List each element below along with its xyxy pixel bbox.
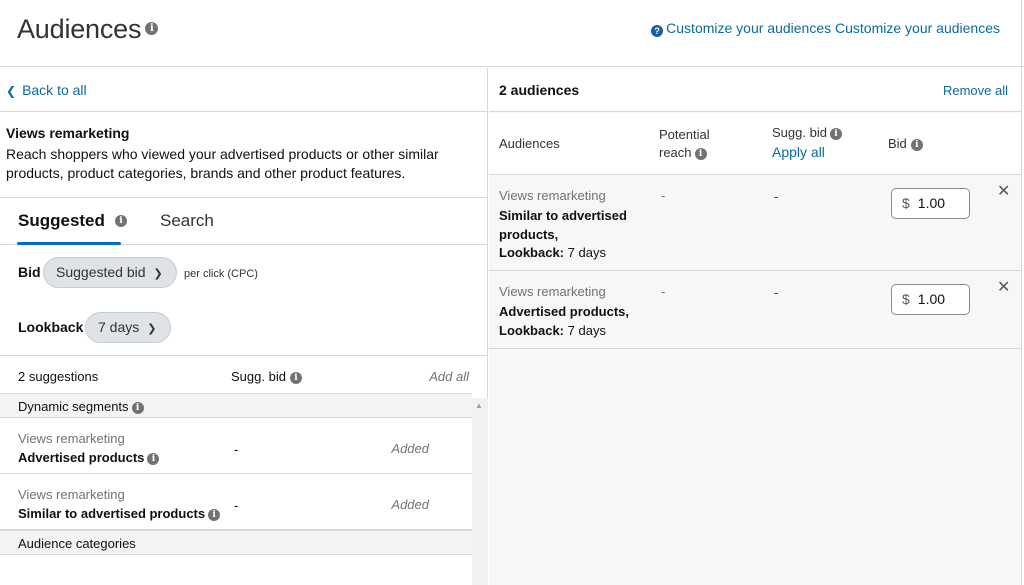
remove-all-button[interactable]: Remove all bbox=[943, 83, 1008, 98]
row-sugg-bid: - bbox=[774, 189, 779, 204]
add-all-button[interactable]: Add all bbox=[429, 369, 469, 384]
bid-input[interactable]: $1.00 bbox=[891, 284, 970, 315]
back-to-all-link[interactable]: ❮ Back to all bbox=[6, 82, 87, 98]
divider bbox=[0, 111, 488, 112]
description-text: Reach shoppers who viewed your advertise… bbox=[6, 146, 439, 181]
close-icon[interactable]: ✕ bbox=[997, 181, 1010, 201]
page-title: Audiences i bbox=[17, 14, 159, 45]
chevron-left-icon: ❮ bbox=[6, 84, 17, 98]
col-bid-text: Bid bbox=[888, 136, 907, 151]
lookback-dropdown[interactable]: 7 days ❯ bbox=[85, 312, 171, 343]
back-label: Back to all bbox=[22, 82, 87, 98]
info-icon[interactable]: i bbox=[114, 214, 127, 227]
bid-dropdown-value: Suggested bid bbox=[56, 264, 146, 280]
info-icon[interactable]: i bbox=[147, 452, 160, 465]
tab-suggested[interactable]: Suggested i bbox=[18, 211, 127, 231]
item-name-text: Advertised products bbox=[18, 450, 145, 465]
col-audiences: Audiences bbox=[499, 136, 560, 151]
row-name-text: Advertised products, bbox=[499, 304, 630, 319]
item-sugg-bid: - bbox=[234, 442, 239, 457]
row-sugg-bid: - bbox=[774, 285, 779, 300]
currency-symbol: $ bbox=[902, 291, 910, 307]
right-border bbox=[1021, 0, 1022, 585]
tab-suggested-label: Suggested bbox=[18, 211, 105, 230]
lookback-label: Lookback: bbox=[499, 245, 565, 260]
group-audience-categories: Audience categories bbox=[0, 530, 472, 555]
list-item: Views remarketing Advertised products i -… bbox=[0, 418, 472, 474]
row-name-text: Similar to advertised products, bbox=[499, 208, 627, 242]
item-status: Added bbox=[391, 497, 429, 512]
item-name: Similar to advertised products i bbox=[18, 506, 221, 521]
item-kind: Views remarketing bbox=[18, 431, 125, 446]
apply-all-button[interactable]: Apply all bbox=[772, 144, 825, 160]
currency-symbol: $ bbox=[902, 195, 910, 211]
col-sugg-bid: Sugg. bid i bbox=[772, 125, 842, 140]
tab-search[interactable]: Search bbox=[160, 211, 214, 231]
info-icon[interactable]: i bbox=[910, 138, 923, 151]
group-label: Dynamic segments bbox=[18, 399, 129, 414]
active-tab-indicator bbox=[17, 242, 121, 245]
table-row: Views remarketing Advertised products, Lo… bbox=[489, 271, 1021, 349]
audiences-count: 2 audiences bbox=[499, 82, 580, 98]
row-name: Advertised products, Lookback: 7 days bbox=[499, 303, 649, 340]
lookback-label: Lookback bbox=[18, 319, 84, 335]
info-icon[interactable]: i bbox=[208, 508, 221, 521]
bid-unit-label: per click (CPC) bbox=[184, 268, 258, 280]
bid-value: 1.00 bbox=[917, 195, 946, 211]
question-circle-icon: ? bbox=[651, 25, 664, 37]
selected-table-header: Audiences Potential reach i Sugg. bid i App… bbox=[489, 113, 1021, 175]
info-icon[interactable]: i bbox=[289, 371, 302, 384]
chevron-down-icon: ❯ bbox=[153, 268, 163, 280]
left-panel: ❮ Back to all Views remarketing Reach sho… bbox=[0, 68, 488, 585]
bid-label: Bid bbox=[18, 264, 41, 280]
suggestions-header: 2 suggestions Sugg. bid i Add all bbox=[0, 355, 488, 397]
bid-input[interactable]: $1.00 bbox=[891, 188, 970, 219]
item-status: Added bbox=[391, 441, 429, 456]
info-icon[interactable]: i bbox=[829, 127, 842, 140]
info-icon[interactable]: i bbox=[145, 22, 159, 36]
page-header: Audiences i ? Customize your audiences Cus… bbox=[0, 0, 1024, 67]
row-kind: Views remarketing bbox=[499, 284, 606, 299]
lookback-dropdown-value: 7 days bbox=[98, 319, 140, 335]
item-name-text: Similar to advertised products bbox=[18, 506, 206, 521]
info-icon[interactable]: i bbox=[694, 147, 707, 160]
item-sugg-bid: - bbox=[234, 498, 239, 513]
col-bid: Bid i bbox=[888, 136, 923, 151]
group-dynamic-segments: Dynamic segments i bbox=[0, 393, 472, 418]
lookback-value: 7 days bbox=[567, 322, 606, 338]
scroll-up-arrow-icon[interactable]: ▲ bbox=[475, 401, 483, 410]
chevron-down-icon: ❯ bbox=[147, 323, 157, 335]
row-name: Similar to advertised products, Lookback:… bbox=[499, 207, 649, 263]
list-item: Views remarketing Similar to advertised … bbox=[0, 474, 472, 530]
item-name: Advertised products i bbox=[18, 450, 160, 465]
bid-value: 1.00 bbox=[917, 291, 946, 307]
row-reach: - bbox=[661, 284, 666, 299]
lookback-label: Lookback: bbox=[499, 322, 565, 338]
suggestions-count: 2 suggestions bbox=[18, 369, 99, 384]
customize-audiences-link[interactable]: ? Customize your audiences Customize your… bbox=[651, 20, 1000, 37]
col-potential-reach: Potential reach i bbox=[659, 127, 710, 160]
right-panel: 2 audiences Remove all Audiences Potenti… bbox=[489, 68, 1021, 585]
description-title: Views remarketing bbox=[6, 125, 130, 141]
sugg-bid-header-text: Sugg. bid bbox=[231, 369, 286, 384]
scrollbar[interactable]: ▲ bbox=[472, 398, 488, 585]
close-icon[interactable]: ✕ bbox=[997, 277, 1010, 297]
selected-audiences-header: 2 audiences Remove all bbox=[489, 68, 1021, 112]
bid-dropdown[interactable]: Suggested bid ❯ bbox=[43, 257, 177, 288]
info-icon[interactable]: i bbox=[131, 401, 144, 414]
table-row: Views remarketing Similar to advertised … bbox=[489, 175, 1021, 271]
item-kind: Views remarketing bbox=[18, 487, 125, 502]
col-sugg-bid-text: Sugg. bid bbox=[772, 125, 827, 140]
row-kind: Views remarketing bbox=[499, 188, 606, 203]
help-link-text: Customize your audiences Customize your … bbox=[666, 20, 1000, 36]
group-label: Audience categories bbox=[18, 536, 136, 551]
page-title-text: Audiences bbox=[17, 14, 142, 44]
tab-bar: Suggested i Search bbox=[0, 197, 488, 245]
row-reach: - bbox=[661, 188, 666, 203]
sugg-bid-header: Sugg. bid i bbox=[231, 369, 302, 384]
lookback-value: 7 days bbox=[567, 245, 606, 260]
